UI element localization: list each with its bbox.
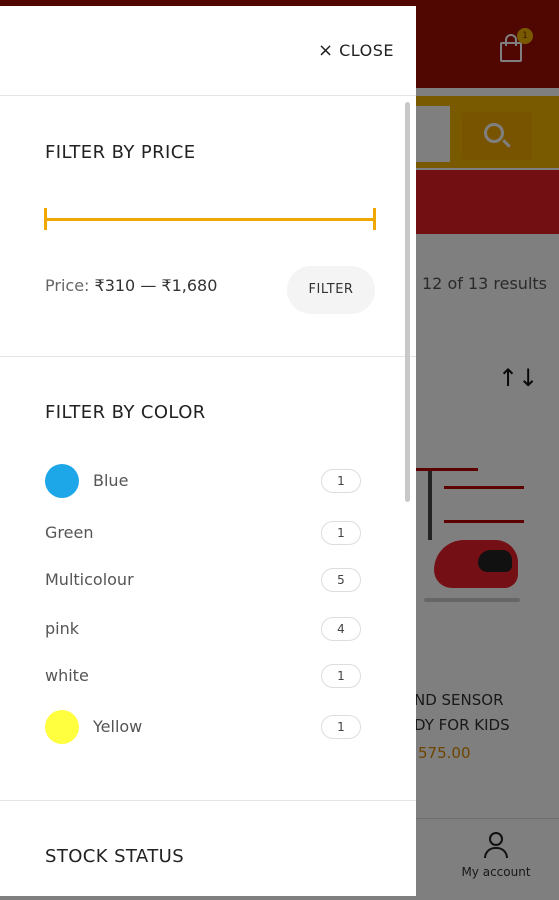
- color-label: Multicolour: [45, 570, 134, 589]
- price-slider-min-handle[interactable]: [44, 208, 47, 230]
- color-option-pink[interactable]: pink 4: [45, 612, 361, 648]
- stock-status-title: STOCK STATUS: [45, 846, 185, 867]
- price-range-slider[interactable]: [44, 208, 376, 230]
- color-count-badge: 5: [321, 568, 361, 592]
- color-option-blue[interactable]: Blue 1: [45, 464, 361, 500]
- price-separator: —: [140, 276, 157, 295]
- color-option-multicolour[interactable]: Multicolour 5: [45, 563, 361, 599]
- close-label: CLOSE: [339, 41, 394, 60]
- price-label: Price:: [45, 276, 90, 295]
- color-label: white: [45, 666, 89, 685]
- color-count-badge: 1: [321, 664, 361, 688]
- color-label: pink: [45, 619, 80, 638]
- color-option-white[interactable]: white 1: [45, 659, 361, 695]
- color-label: Green: [45, 523, 94, 542]
- drawer-scrollbar[interactable]: [405, 102, 410, 502]
- price-slider-track: [44, 218, 376, 221]
- color-swatch: [45, 464, 79, 498]
- price-min-value: ₹310: [94, 276, 136, 295]
- close-button[interactable]: × CLOSE: [318, 40, 394, 62]
- color-swatch: [45, 710, 79, 744]
- color-count-badge: 1: [321, 469, 361, 493]
- color-filter-title: FILTER BY COLOR: [45, 402, 206, 423]
- price-slider-max-handle[interactable]: [373, 208, 376, 230]
- price-range-text: Price: ₹310 — ₹1,680: [45, 276, 217, 295]
- color-label: Yellow: [93, 717, 143, 736]
- color-count-badge: 1: [321, 521, 361, 545]
- color-count-badge: 4: [321, 617, 361, 641]
- color-option-green[interactable]: Green 1: [45, 516, 361, 552]
- filter-button[interactable]: FILTER: [287, 266, 375, 314]
- section-divider: [0, 356, 416, 357]
- price-filter-title: FILTER BY PRICE: [45, 142, 196, 163]
- color-option-yellow[interactable]: Yellow 1: [45, 710, 361, 746]
- drawer-header: × CLOSE: [0, 6, 416, 96]
- price-max-value: ₹1,680: [161, 276, 218, 295]
- color-count-badge: 1: [321, 715, 361, 739]
- close-icon: ×: [318, 40, 334, 61]
- section-divider: [0, 800, 416, 801]
- filter-drawer: × CLOSE FILTER BY PRICE Price: ₹310 — ₹1…: [0, 6, 416, 896]
- color-label: Blue: [93, 471, 129, 490]
